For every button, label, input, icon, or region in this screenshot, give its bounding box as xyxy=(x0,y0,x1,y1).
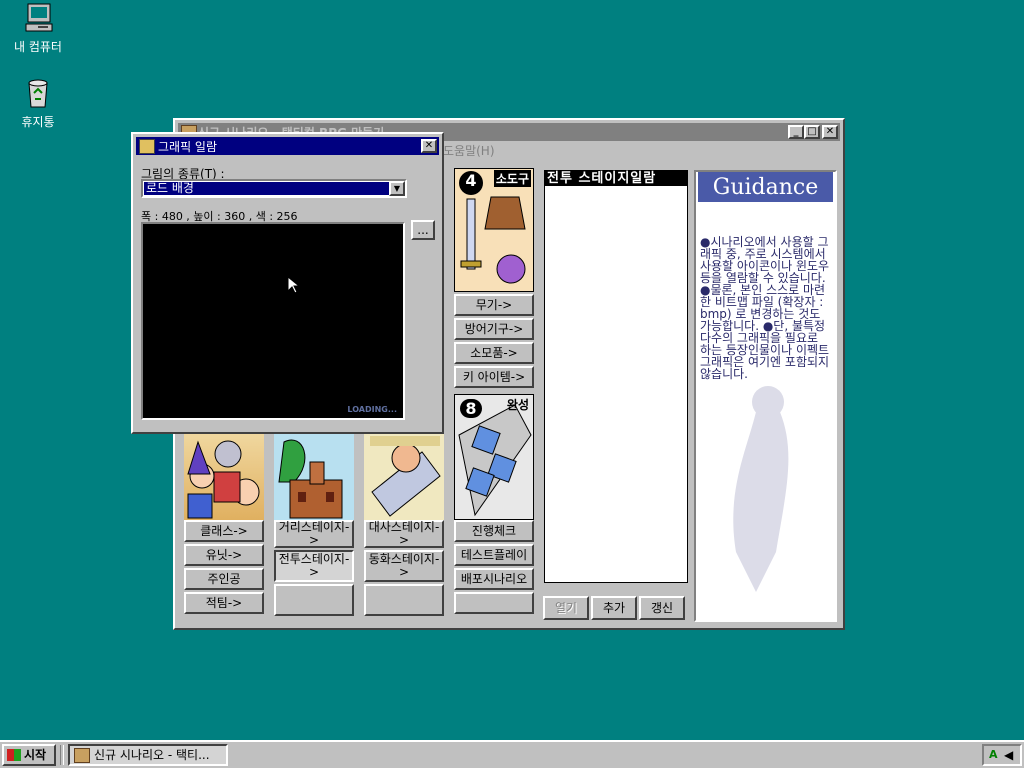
ime-indicator-icon[interactable]: A xyxy=(989,748,998,761)
complete-number: 8 xyxy=(460,399,482,418)
windows-logo-icon xyxy=(7,749,21,761)
dialog-app-icon xyxy=(139,139,155,154)
system-tray: A ◀ xyxy=(982,744,1022,766)
my-computer-icon xyxy=(22,2,54,34)
protagonist-button[interactable]: 주인공 xyxy=(184,568,264,590)
task-label: 신규 시나리오 - 택티... xyxy=(94,747,210,762)
close-button[interactable]: ✕ xyxy=(822,125,838,139)
graphic-dialog-titlebar[interactable]: 그래픽 일람 ✕ xyxy=(136,137,439,155)
dialogue-stage-button[interactable]: 대사스테이지-> xyxy=(364,520,444,548)
preview-loading-text: LOADING... xyxy=(347,405,397,414)
taskbar: 시작 신규 시나리오 - 택티... A ◀ xyxy=(0,740,1024,768)
panel-items: 4 소도구 무기-> 방어기구-> 소모품-> 키 아이템-> xyxy=(454,168,534,390)
refresh-button[interactable]: 갱신 xyxy=(639,596,685,620)
guidance-text: ●시나리오에서 사용할 그래픽 중, 주로 시스템에서 사용할 아이콘이나 윈도… xyxy=(700,235,830,381)
panel-dialogue: 대사스테이지-> 동화스테이지-> xyxy=(364,432,444,616)
stage-artwork xyxy=(274,432,354,520)
start-label: 시작 xyxy=(24,747,47,762)
class-button[interactable]: 클래스-> xyxy=(184,520,264,542)
progress-check-button[interactable]: 진행체크 xyxy=(454,520,534,542)
enemy-team-button[interactable]: 적팀-> xyxy=(184,592,264,614)
minimize-button[interactable]: _ xyxy=(788,125,804,139)
dialogue-blank-button xyxy=(364,584,444,616)
taskbar-task-button[interactable]: 신규 시나리오 - 택티... xyxy=(68,744,228,766)
speaker-icon[interactable]: ◀ xyxy=(1004,748,1013,762)
open-button[interactable]: 열기 xyxy=(543,596,589,620)
weapon-button[interactable]: 무기-> xyxy=(454,294,534,316)
recycle-bin-icon xyxy=(22,77,54,109)
add-button[interactable]: 추가 xyxy=(591,596,637,620)
task-app-icon xyxy=(74,747,90,763)
desktop-icon-label: 내 컴퓨터 xyxy=(14,40,62,54)
panel-unit: 클래스-> 유닛-> 주인공 적팀-> xyxy=(184,432,264,616)
complete-label: 완성 xyxy=(506,398,529,412)
street-stage-button[interactable]: 거리스테이지-> xyxy=(274,520,354,548)
guidance-panel: Guidance ●시나리오에서 사용할 그래픽 중, 주로 시스템에서 사용할… xyxy=(694,170,837,622)
type-select[interactable]: 로드 배경 ▼ xyxy=(141,179,407,198)
browse-button[interactable]: ... xyxy=(411,220,435,240)
chevron-down-icon[interactable]: ▼ xyxy=(389,181,405,196)
dialogue-artwork xyxy=(364,432,444,520)
unit-button[interactable]: 유닛-> xyxy=(184,544,264,566)
dialog-close-button[interactable]: ✕ xyxy=(421,139,437,153)
items-number: 4 xyxy=(465,171,477,190)
taskbar-divider xyxy=(60,745,64,765)
image-preview: LOADING... xyxy=(141,222,405,420)
complete-blank-button xyxy=(454,592,534,614)
type-select-value: 로드 배경 xyxy=(144,182,389,195)
mouse-cursor-icon xyxy=(287,276,299,294)
panel-complete: 8 완성 진행체크 테스트플레이 배포시나리오 xyxy=(454,394,534,616)
story-stage-button[interactable]: 동화스테이지-> xyxy=(364,550,444,582)
desktop-icon-recycle-bin[interactable]: 휴지통 xyxy=(0,77,76,130)
stage-blank-button xyxy=(274,584,354,616)
distribute-scenario-button[interactable]: 배포시나리오 xyxy=(454,568,534,590)
battle-stage-button[interactable]: 전투스테이지-> xyxy=(274,550,354,582)
battle-list-header: 전투 스테이지일람 xyxy=(545,171,687,186)
battle-stage-list[interactable]: 전투 스테이지일람 xyxy=(544,170,688,583)
armor-button[interactable]: 방어기구-> xyxy=(454,318,534,340)
guidance-header: Guidance xyxy=(698,172,833,202)
graphic-dialog: 그래픽 일람 ✕ 그림의 종류(T) : 로드 배경 ▼ 폭 : 480 , 높… xyxy=(131,132,444,434)
desktop-icon-label: 휴지통 xyxy=(21,115,55,129)
maximize-button[interactable]: □ xyxy=(804,125,820,139)
test-play-button[interactable]: 테스트플레이 xyxy=(454,544,534,566)
panel-stage: 거리스테이지-> 전투스테이지-> xyxy=(274,432,354,616)
menu-help[interactable]: 도움말(H) xyxy=(443,142,495,159)
start-button[interactable]: 시작 xyxy=(2,744,56,766)
consumable-button[interactable]: 소모품-> xyxy=(454,342,534,364)
unit-artwork xyxy=(184,432,264,520)
items-label: 소도구 xyxy=(493,170,531,187)
complete-artwork: 8 완성 xyxy=(454,394,534,520)
desktop-icon-my-computer[interactable]: 내 컴퓨터 xyxy=(0,2,76,55)
key-item-button[interactable]: 키 아이템-> xyxy=(454,366,534,388)
graphic-dialog-title: 그래픽 일람 xyxy=(158,139,218,154)
items-artwork: 4 소도구 xyxy=(454,168,534,292)
